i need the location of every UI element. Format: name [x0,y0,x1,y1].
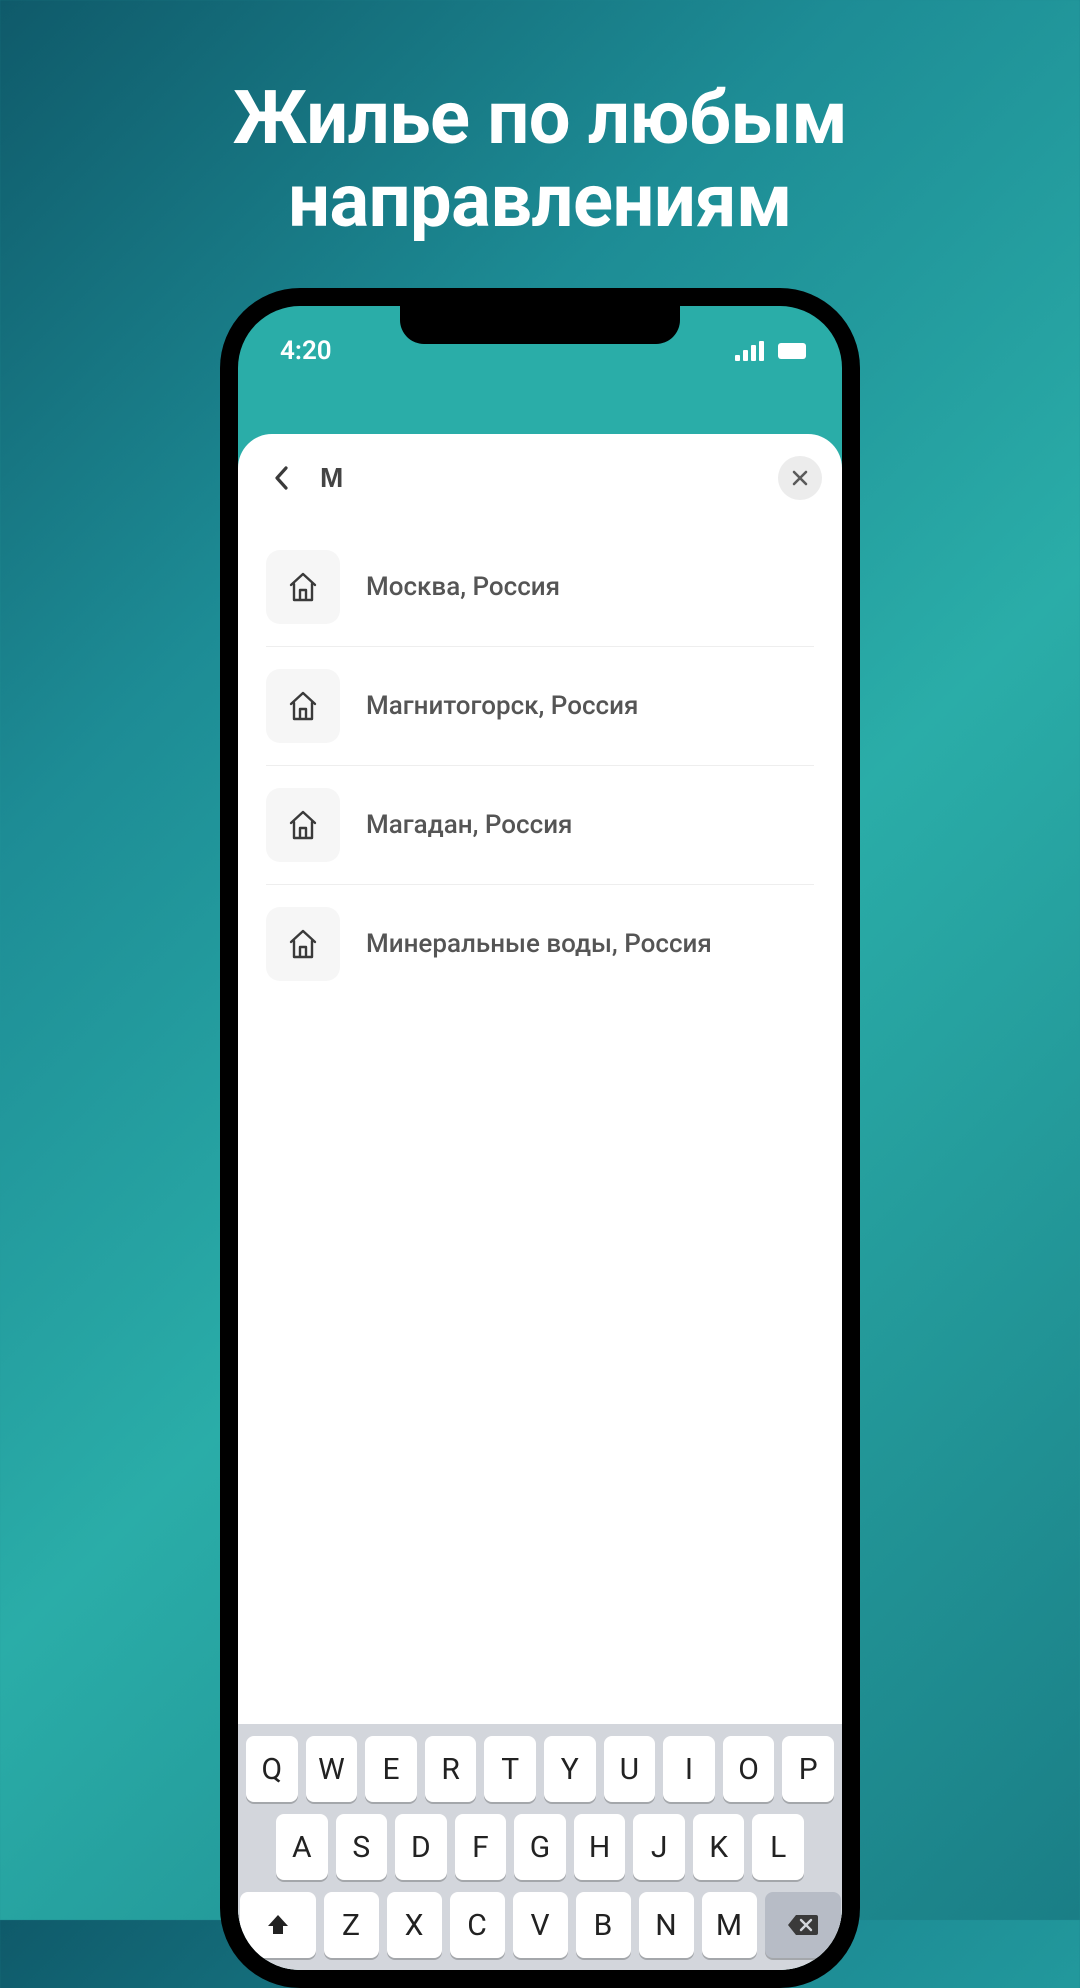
on-screen-keyboard: QWERTYUIOP ASDFGHJKL ZXCVBNM [238,1724,842,1970]
key-i[interactable]: I [663,1736,715,1802]
phone-frame: 4:20 [220,288,860,1988]
backspace-key[interactable] [765,1892,841,1958]
shift-icon [265,1912,291,1938]
keyboard-row: ASDFGHJKL [246,1814,834,1880]
key-d[interactable]: D [395,1814,447,1880]
key-s[interactable]: S [336,1814,388,1880]
search-result-item[interactable]: Минеральные воды, Россия [266,885,814,1003]
close-icon [791,469,809,487]
search-sheet: Москва, Россия Магнитогорск, Россия Мага… [238,434,842,1970]
key-o[interactable]: O [723,1736,775,1802]
phone-notch [400,306,680,344]
search-result-label: Минеральные воды, Россия [366,929,712,959]
key-j[interactable]: J [633,1814,685,1880]
key-m[interactable]: M [702,1892,757,1958]
key-z[interactable]: Z [324,1892,379,1958]
key-w[interactable]: W [306,1736,358,1802]
key-y[interactable]: Y [544,1736,596,1802]
search-row [238,434,842,522]
house-icon [266,550,340,624]
key-x[interactable]: X [387,1892,442,1958]
key-v[interactable]: V [513,1892,568,1958]
key-g[interactable]: G [514,1814,566,1880]
clear-search-button[interactable] [778,456,822,500]
battery-icon [778,343,806,359]
keyboard-row-middle: ZXCVBNM [324,1892,757,1958]
key-p[interactable]: P [782,1736,834,1802]
key-q[interactable]: Q [246,1736,298,1802]
house-icon [266,669,340,743]
back-button[interactable] [262,458,302,498]
status-time: 4:20 [280,336,332,366]
backspace-icon [786,1913,820,1937]
search-results-list: Москва, Россия Магнитогорск, Россия Мага… [238,522,842,1003]
chevron-left-icon [272,464,292,492]
key-c[interactable]: C [450,1892,505,1958]
key-e[interactable]: E [365,1736,417,1802]
keyboard-row: ZXCVBNM [246,1892,834,1958]
search-result-item[interactable]: Магадан, Россия [266,766,814,885]
search-result-label: Магадан, Россия [366,810,572,840]
search-result-item[interactable]: Магнитогорск, Россия [266,647,814,766]
key-f[interactable]: F [455,1814,507,1880]
key-u[interactable]: U [604,1736,656,1802]
key-l[interactable]: L [752,1814,804,1880]
key-t[interactable]: T [484,1736,536,1802]
key-h[interactable]: H [574,1814,626,1880]
key-b[interactable]: B [576,1892,631,1958]
house-icon [266,907,340,981]
marketing-headline: Жилье по любым направлениям [0,0,1080,244]
key-k[interactable]: K [693,1814,745,1880]
key-n[interactable]: N [639,1892,694,1958]
shift-key[interactable] [240,1892,316,1958]
search-result-label: Магнитогорск, Россия [366,691,638,721]
keyboard-row: QWERTYUIOP [246,1736,834,1802]
cellular-signal-icon [735,341,764,361]
phone-screen: 4:20 [238,306,842,1970]
search-result-item[interactable]: Москва, Россия [266,528,814,647]
key-a[interactable]: A [276,1814,328,1880]
status-right-cluster [735,341,806,361]
search-result-label: Москва, Россия [366,572,560,602]
search-input[interactable] [320,462,760,494]
house-icon [266,788,340,862]
key-r[interactable]: R [425,1736,477,1802]
